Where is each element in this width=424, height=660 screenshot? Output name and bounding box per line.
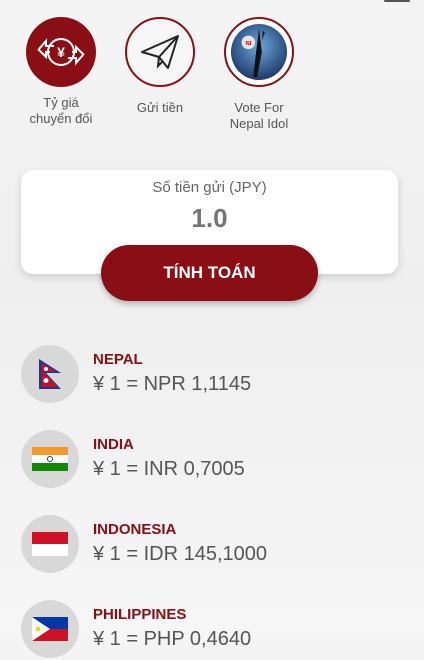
rate-item-indonesia[interactable]: INDONESIA ¥ 1 = IDR 145,1000	[21, 515, 421, 575]
nepal-flag-icon	[21, 345, 79, 403]
currency-exchange-icon: ¥	[26, 17, 96, 87]
paper-plane-icon	[125, 17, 195, 87]
amount-input[interactable]	[107, 202, 312, 235]
philippines-flag-icon	[21, 600, 79, 658]
rate-item-india[interactable]: INDIA ¥ 1 = INR 0,7005	[21, 430, 421, 490]
amount-label: Số tiền gửi (JPY)	[152, 179, 267, 196]
vote-nepal-idol-label: Vote For Nepal Idol	[229, 100, 289, 131]
country-name: NEPAL	[93, 351, 143, 368]
nepal-idol-logo: NI	[224, 17, 294, 87]
country-name: INDIA	[93, 436, 134, 453]
send-money-action[interactable]: Gửi tiền	[105, 17, 215, 116]
send-money-label: Gửi tiền	[136, 100, 184, 115]
svg-text:NI: NI	[245, 41, 251, 47]
svg-text:¥: ¥	[57, 44, 65, 60]
rate-value: ¥ 1 = NPR 1,1145	[93, 373, 252, 395]
exchange-rate-label: Tỷ giá chuyển đổi	[29, 95, 93, 126]
country-name: INDONESIA	[93, 521, 177, 538]
india-flag-icon	[21, 430, 79, 488]
calculate-button[interactable]: TÍNH TOÁN	[101, 245, 318, 301]
vote-nepal-idol-action[interactable]: NI Vote For Nepal Idol	[204, 17, 314, 132]
rate-value: ¥ 1 = INR 0,7005	[93, 458, 245, 480]
rate-item-philippines[interactable]: PHILIPPINES ¥ 1 = PHP 0,4640	[21, 600, 421, 660]
status-indicator	[384, 0, 410, 2]
rate-value: ¥ 1 = PHP 0,4640	[93, 628, 252, 650]
rate-value: ¥ 1 = IDR 145,1000	[93, 543, 268, 565]
country-name: PHILIPPINES	[93, 606, 187, 623]
indonesia-flag-icon	[21, 515, 79, 573]
rate-item-nepal[interactable]: NEPAL ¥ 1 = NPR 1,1145	[21, 345, 421, 405]
exchange-rate-action[interactable]: ¥ Tỷ giá chuyển đổi	[6, 17, 116, 127]
